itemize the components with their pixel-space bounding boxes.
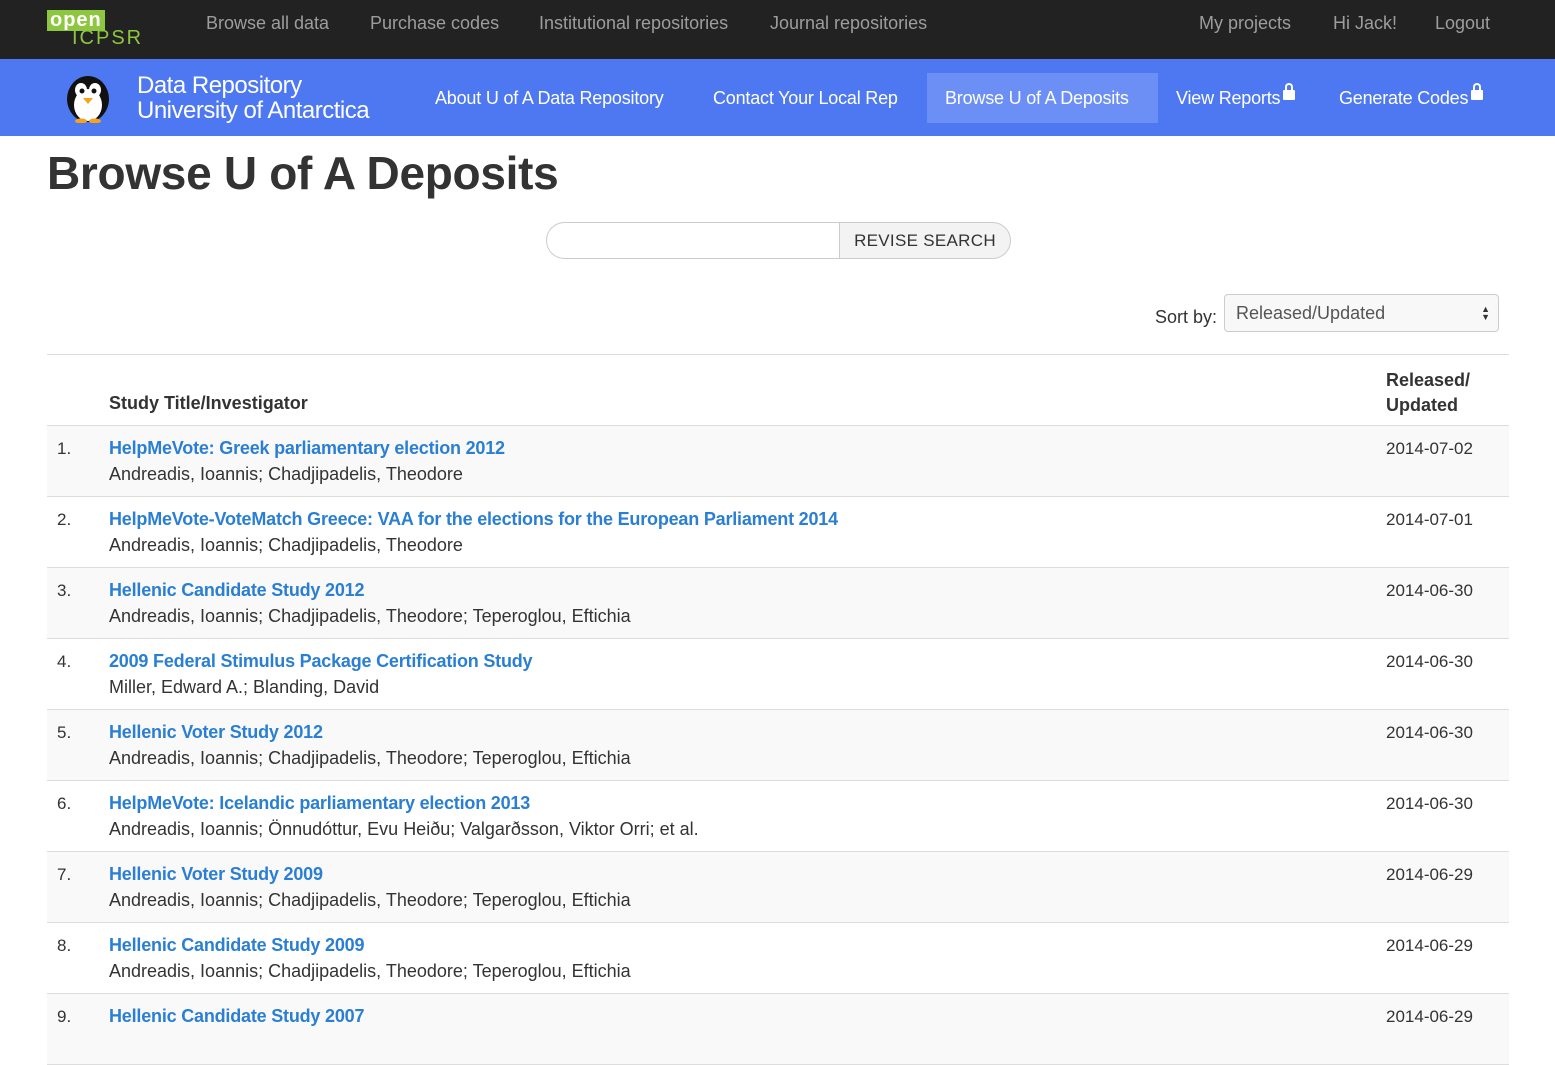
openicpsr-logo[interactable]: open ICPSR [47,10,163,48]
row-number: 9. [57,1007,72,1026]
release-date: 2014-06-30 [1386,723,1473,742]
view-reports-label: View Reports [1176,88,1281,108]
release-date: 2014-06-30 [1386,581,1473,600]
column-header-date: Released/ Updated [1386,368,1470,418]
row-number: 5. [57,723,72,742]
nav-user-greeting[interactable]: Hi Jack! [1333,0,1397,46]
release-date: 2014-07-02 [1386,439,1473,458]
nav-contact-local-rep[interactable]: Contact Your Local Rep [695,73,916,123]
generate-codes-label: Generate Codes [1339,88,1469,108]
table-row: 5. Hellenic Voter Study 2012 Andreadis, … [47,710,1509,781]
table-row: 9. Hellenic Candidate Study 2007 2014-06… [47,994,1509,1065]
nav-journal-repositories[interactable]: Journal repositories [770,0,927,46]
row-number: 6. [57,794,72,813]
table-row: 7. Hellenic Voter Study 2009 Andreadis, … [47,852,1509,923]
column-header-date-line-2: Updated [1386,395,1458,415]
repository-brand[interactable]: Data Repository University of Antarctica [137,72,370,124]
study-investigators: Andreadis, Ioannis; Chadjipadelis, Theod… [109,748,631,768]
penguin-logo-icon[interactable] [63,71,113,123]
top-navbar: open ICPSR Browse all data Purchase code… [0,0,1555,59]
results-table: 1. HelpMeVote: Greek parliamentary elect… [47,426,1509,1065]
repository-navbar: Data Repository University of Antarctica… [0,59,1555,136]
table-row: 8. Hellenic Candidate Study 2009 Andread… [47,923,1509,994]
sort-select[interactable]: Released/Updated ▲ ▼ [1224,294,1499,332]
sort-label: Sort by: [1155,307,1218,327]
column-header-title: Study Title/Investigator [109,393,308,413]
release-date: 2014-06-29 [1386,1007,1473,1026]
study-investigators: Andreadis, Ioannis; Chadjipadelis, Theod… [109,606,631,626]
study-title-link[interactable]: Hellenic Candidate Study 2009 [109,935,364,956]
nav-purchase-codes[interactable]: Purchase codes [370,0,499,46]
study-investigators: Andreadis, Ioannis; Chadjipadelis, Theod… [109,535,463,555]
study-title-link[interactable]: Hellenic Candidate Study 2012 [109,580,364,601]
release-date: 2014-06-30 [1386,652,1473,671]
row-number: 1. [57,439,72,458]
column-header-date-line-1: Released/ [1386,370,1471,390]
revise-search-button[interactable]: REVISE SEARCH [839,222,1011,259]
lock-icon [1283,83,1296,101]
release-date: 2014-06-29 [1386,865,1473,884]
study-investigators: Andreadis, Ioannis; Chadjipadelis, Theod… [109,890,631,910]
page-title: Browse U of A Deposits [47,147,559,199]
study-title-link[interactable]: Hellenic Voter Study 2012 [109,722,323,743]
row-number: 4. [57,652,72,671]
nav-logout[interactable]: Logout [1435,0,1490,46]
nav-institutional-repositories[interactable]: Institutional repositories [539,0,728,46]
study-investigators: Andreadis, Ioannis; Chadjipadelis, Theod… [109,464,463,484]
table-row: 3. Hellenic Candidate Study 2012 Andread… [47,568,1509,639]
brand-line-2: University of Antarctica [137,97,370,124]
divider [47,354,1509,355]
study-title-link[interactable]: HelpMeVote: Icelandic parliamentary elec… [109,793,530,814]
nav-browse-deposits[interactable]: Browse U of A Deposits [927,73,1158,123]
logo-icpsr-text: ICPSR [72,27,144,49]
study-investigators: Andreadis, Ioannis; Önnudóttur, Evu Heið… [109,819,699,839]
table-row: 2. HelpMeVote-VoteMatch Greece: VAA for … [47,497,1509,568]
study-title-link[interactable]: HelpMeVote: Greek parliamentary election… [109,438,505,459]
row-number: 2. [57,510,72,529]
nav-browse-all-data[interactable]: Browse all data [206,0,329,46]
study-title-link[interactable]: HelpMeVote-VoteMatch Greece: VAA for the… [109,509,838,530]
study-title-link[interactable]: Hellenic Voter Study 2009 [109,864,323,885]
release-date: 2014-06-30 [1386,794,1473,813]
release-date: 2014-07-01 [1386,510,1473,529]
study-investigators: Miller, Edward A.; Blanding, David [109,677,380,697]
lock-icon [1471,83,1484,101]
nav-my-projects[interactable]: My projects [1199,0,1291,46]
sort-selected-value: Released/Updated [1236,303,1386,323]
brand-line-1: Data Repository [137,72,302,99]
row-number: 7. [57,865,72,884]
table-row: 1. HelpMeVote: Greek parliamentary elect… [47,426,1509,497]
table-row: 6. HelpMeVote: Icelandic parliamentary e… [47,781,1509,852]
select-arrows-icon: ▲ ▼ [1481,304,1490,322]
nav-generate-codes[interactable]: Generate Codes [1321,73,1501,123]
nav-about-repository[interactable]: About U of A Data Repository [417,73,682,123]
study-investigators: Andreadis, Ioannis; Chadjipadelis, Theod… [109,961,631,981]
table-row: 4. 2009 Federal Stimulus Package Certifi… [47,639,1509,710]
row-number: 3. [57,581,72,600]
study-title-link[interactable]: 2009 Federal Stimulus Package Certificat… [109,651,533,672]
study-title-link[interactable]: Hellenic Candidate Study 2007 [109,1006,364,1027]
search-input[interactable] [546,222,840,259]
nav-view-reports[interactable]: View Reports [1158,73,1313,123]
row-number: 8. [57,936,72,955]
release-date: 2014-06-29 [1386,936,1473,955]
